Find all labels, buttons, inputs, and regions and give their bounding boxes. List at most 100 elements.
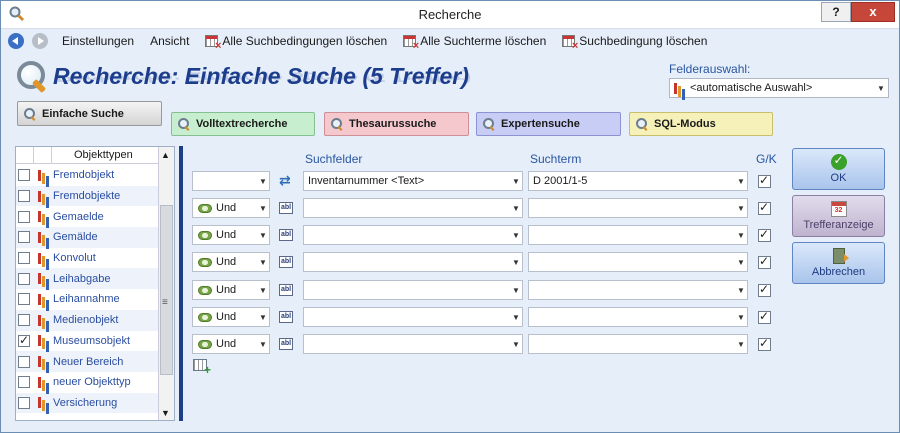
suchfeld-select[interactable]: ▼ xyxy=(303,307,523,327)
list-item[interactable]: Fremdobjekt xyxy=(16,165,158,186)
operator-select[interactable]: Und ▼ xyxy=(192,307,270,327)
link-icon xyxy=(198,203,212,213)
suchfeld-select[interactable]: ▼ xyxy=(303,280,523,300)
menu-label: Einstellungen xyxy=(62,34,135,48)
suchterm-input[interactable]: ▼ xyxy=(528,252,748,272)
checkbox[interactable] xyxy=(18,293,30,306)
scroll-up-icon[interactable]: ▲ xyxy=(161,150,170,160)
suchfeld-select[interactable]: ▼ xyxy=(303,225,523,245)
suchterm-input[interactable]: D 2001/1-5 ▼ xyxy=(528,171,748,191)
suchterm-input[interactable]: ▼ xyxy=(528,280,748,300)
suchfeld-select[interactable]: ▼ xyxy=(303,252,523,272)
text-field-icon[interactable]: abl xyxy=(279,256,293,268)
list-item[interactable]: neuer Objekttyp xyxy=(16,372,158,393)
text-field-icon[interactable]: abl xyxy=(279,284,293,296)
text-field-icon[interactable]: abl xyxy=(279,202,293,214)
tab-label: Expertensuche xyxy=(501,118,580,130)
add-condition-icon[interactable] xyxy=(193,359,211,377)
chevron-down-icon: ▼ xyxy=(512,230,520,240)
checkbox[interactable] xyxy=(18,210,30,223)
operator-select[interactable]: Und ▼ xyxy=(192,225,270,245)
felderauswahl-select[interactable]: <automatische Auswahl> ▼ xyxy=(669,78,889,98)
suchfeld-select[interactable]: ▼ xyxy=(303,334,523,354)
gk-checkbox[interactable] xyxy=(758,227,771,242)
checkbox[interactable] xyxy=(18,376,30,389)
checkbox[interactable] xyxy=(18,314,30,327)
list-item[interactable]: Neuer Bereich xyxy=(16,351,158,372)
help-button[interactable]: ? xyxy=(821,2,851,22)
scroll-down-icon[interactable]: ▼ xyxy=(161,408,170,418)
object-type-icon xyxy=(38,314,49,326)
list-item[interactable]: Fremdobjekte xyxy=(16,185,158,207)
checkbox[interactable] xyxy=(18,231,30,244)
gk-checkbox[interactable] xyxy=(758,254,771,269)
swap-icon[interactable] xyxy=(279,172,293,189)
text-field-icon[interactable]: abl xyxy=(279,229,293,241)
suchterm-input[interactable]: ▼ xyxy=(528,225,748,245)
checkbox[interactable] xyxy=(18,252,30,265)
trefferanzeige-button[interactable]: 32 Trefferanzeige xyxy=(792,195,885,237)
list-item[interactable]: Leihabgabe xyxy=(16,268,158,290)
ansicht-menu[interactable]: Ansicht xyxy=(144,34,195,48)
checkbox[interactable] xyxy=(18,396,30,409)
chevron-down-icon: ▼ xyxy=(512,176,520,186)
suchterm-input[interactable]: ▼ xyxy=(528,198,748,218)
gk-checkbox[interactable] xyxy=(758,173,771,188)
chevron-down-icon: ▼ xyxy=(512,257,520,267)
suchfeld-select[interactable]: Inventarnummer <Text> ▼ xyxy=(303,171,523,191)
checkbox[interactable] xyxy=(18,355,30,368)
back-icon[interactable] xyxy=(8,33,24,49)
suchfeld-select[interactable]: ▼ xyxy=(303,198,523,218)
operator-select[interactable]: Und ▼ xyxy=(192,334,270,354)
operator-select[interactable]: Und ▼ xyxy=(192,280,270,300)
tab-einfache-suche[interactable]: Einfache Suche xyxy=(17,101,162,126)
clear-all-conditions-button[interactable]: Alle Suchbedingungen löschen xyxy=(199,34,393,52)
list-item[interactable]: Medienobjekt xyxy=(16,309,158,331)
operator-select[interactable]: ▼ xyxy=(192,171,270,191)
forward-icon[interactable] xyxy=(32,33,48,49)
abbrechen-button[interactable]: Abbrechen xyxy=(792,242,885,284)
gk-checkbox[interactable] xyxy=(758,282,771,297)
close-button[interactable]: x xyxy=(851,2,895,22)
splitter[interactable] xyxy=(179,146,183,421)
table-delete-icon xyxy=(205,35,221,52)
text-field-icon[interactable]: abl xyxy=(279,311,293,323)
list-item[interactable]: Gemaelde xyxy=(16,206,158,227)
checkbox[interactable] xyxy=(18,272,30,285)
list-item[interactable]: Gemälde xyxy=(16,227,158,248)
gk-checkbox[interactable] xyxy=(758,309,771,324)
chevron-down-icon: ▼ xyxy=(877,83,885,93)
tab-label: Einfache Suche xyxy=(42,107,124,120)
list-item[interactable]: Museumsobjekt xyxy=(16,331,158,352)
einstellungen-menu[interactable]: Einstellungen xyxy=(56,34,140,48)
list-item-label: neuer Objekttyp xyxy=(53,376,131,389)
object-type-icon xyxy=(38,376,49,388)
checkbox[interactable] xyxy=(18,169,30,182)
tab-expertensuche[interactable]: Expertensuche xyxy=(476,112,621,136)
tab-sql-modus[interactable]: SQL-Modus xyxy=(629,112,773,136)
list-item[interactable]: Leihannahme xyxy=(16,289,158,310)
suchterm-input[interactable]: ▼ xyxy=(528,334,748,354)
delete-condition-button[interactable]: Suchbedingung löschen xyxy=(556,34,713,52)
suchterm-input[interactable]: ▼ xyxy=(528,307,748,327)
chevron-down-icon: ▼ xyxy=(259,285,267,295)
checkbox[interactable] xyxy=(18,333,30,347)
scroll-thumb[interactable] xyxy=(160,205,173,375)
button-label: Abbrechen xyxy=(811,266,866,278)
operator-select[interactable]: Und ▼ xyxy=(192,252,270,272)
list-item[interactable]: Konvolut xyxy=(16,248,158,269)
checkbox[interactable] xyxy=(18,190,30,203)
chevron-down-icon: ▼ xyxy=(512,339,520,349)
gk-checkbox[interactable] xyxy=(758,336,771,351)
menu-label: Ansicht xyxy=(150,34,190,48)
operator-select[interactable]: Und ▼ xyxy=(192,198,270,218)
clear-all-terms-button[interactable]: Alle Suchterme löschen xyxy=(397,34,552,52)
ok-button[interactable]: OK xyxy=(792,148,885,190)
list-item[interactable]: Versicherung xyxy=(16,392,158,414)
tab-volltextrecherche[interactable]: Volltextrecherche xyxy=(171,112,315,136)
text-field-icon[interactable]: abl xyxy=(279,338,293,350)
tab-thesaurussuche[interactable]: Thesaurussuche xyxy=(324,112,469,136)
chevron-down-icon: ▼ xyxy=(737,203,745,213)
gk-checkbox[interactable] xyxy=(758,200,771,215)
list-scrollbar[interactable]: ▲ ≡ ▼ xyxy=(158,147,174,420)
